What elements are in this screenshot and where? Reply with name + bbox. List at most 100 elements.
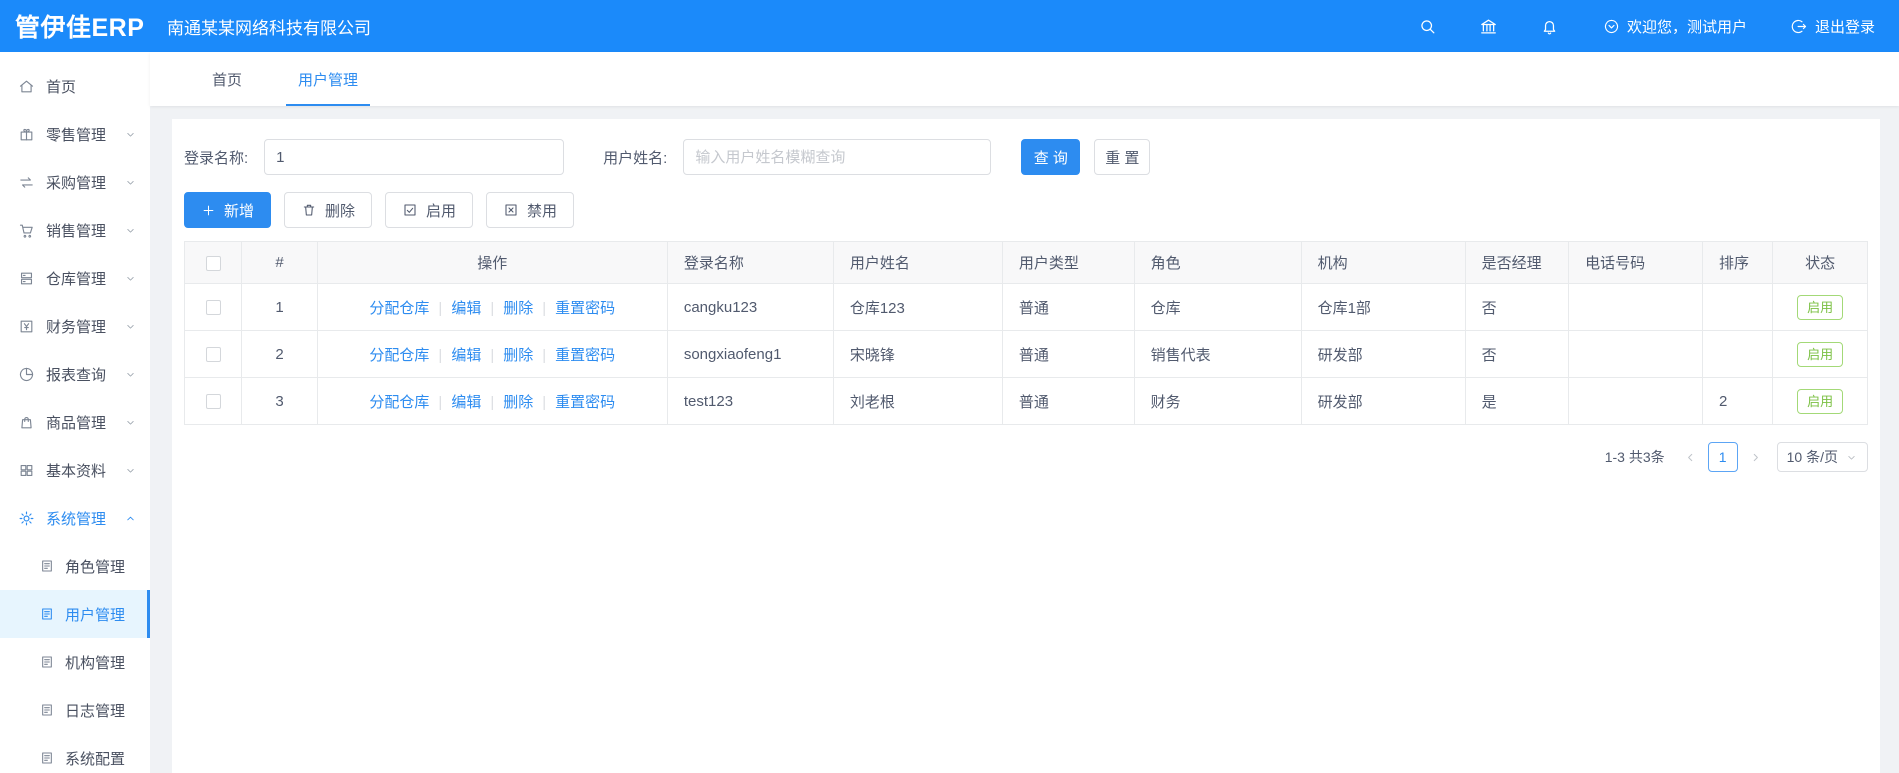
reset-button[interactable]: 重 置: [1094, 139, 1151, 175]
op-link-delete[interactable]: 删除: [503, 347, 533, 364]
page-size-value: 10 条/页: [1786, 449, 1838, 465]
op-link-edit[interactable]: 编辑: [451, 300, 481, 317]
disable-button-label: 禁用: [527, 202, 558, 220]
role-cell: 财务: [1133, 377, 1302, 425]
user-name-cell: 刘老根: [832, 377, 1003, 425]
op-link-assign-warehouse[interactable]: 分配仓库: [369, 300, 429, 317]
table-row: 2 分配仓库 | 编辑 | 删除 | 重置密码 songxiaofeng1 宋晓锋 普通 销售代表 研发…: [183, 330, 1868, 378]
login-name-cell: test123: [666, 377, 834, 425]
manager-cell: 是: [1464, 377, 1570, 425]
trash-icon: [301, 202, 317, 218]
role-cell: 销售代表: [1133, 330, 1302, 378]
row-index-cell: 3: [241, 377, 318, 425]
user-name-cell: 仓库123: [832, 283, 1003, 331]
op-link-delete[interactable]: 删除: [503, 300, 533, 317]
sidebar-item-label: 角色管理: [65, 558, 126, 576]
sidebar-item-log-management[interactable]: 日志管理: [0, 686, 150, 734]
op-link-delete[interactable]: 删除: [503, 394, 533, 411]
welcome-user[interactable]: 欢迎您，测试用户: [1603, 16, 1747, 37]
phone-cell: [1568, 330, 1703, 378]
sidebar-item-basic[interactable]: 基本资料: [0, 446, 150, 494]
sidebar-item-sales[interactable]: 销售管理: [0, 206, 150, 254]
report-icon: [18, 366, 35, 383]
op-link-edit[interactable]: 编辑: [451, 394, 481, 411]
sidebar-item-system[interactable]: 系统管理: [0, 494, 150, 542]
sidebar-submenu-system: 角色管理用户管理机构管理日志管理系统配置: [0, 542, 150, 773]
user-management-panel: 登录名称: 用户姓名: 查 询 重 置 新增 删除: [172, 119, 1880, 773]
enable-button[interactable]: 启用: [385, 192, 474, 228]
row-checkbox[interactable]: [205, 347, 221, 363]
op-link-assign-warehouse[interactable]: 分配仓库: [369, 347, 429, 364]
chevron-down-icon: [124, 224, 137, 237]
row-checkbox[interactable]: [205, 300, 221, 316]
sidebar-item-finance[interactable]: 财务管理: [0, 302, 150, 350]
add-button[interactable]: 新增: [184, 192, 272, 228]
org-cell: 研发部: [1300, 377, 1466, 425]
login-name-cell: songxiaofeng1: [666, 330, 834, 378]
column-header: 机构: [1300, 241, 1466, 284]
sort-cell: [1701, 283, 1774, 331]
column-header: 用户姓名: [832, 241, 1003, 284]
delete-button[interactable]: 删除: [284, 192, 373, 228]
add-button-label: 新增: [224, 202, 255, 220]
query-button[interactable]: 查 询: [1021, 139, 1081, 175]
sidebar-item-report[interactable]: 报表查询: [0, 350, 150, 398]
sidebar-item-warehouse[interactable]: 仓库管理: [0, 254, 150, 302]
login-name-input[interactable]: [264, 139, 565, 175]
chevron-down-icon: [124, 368, 137, 381]
table-row: 1 分配仓库 | 编辑 | 删除 | 重置密码 cangku123 仓库123 普通 仓库 仓库1部否 启…: [183, 283, 1868, 331]
op-link-assign-warehouse[interactable]: 分配仓库: [369, 394, 429, 411]
sidebar-item-role-management[interactable]: 角色管理: [0, 542, 150, 590]
phone-cell: [1568, 377, 1703, 425]
sidebar-item-label: 用户管理: [65, 606, 126, 624]
search-icon[interactable]: [1418, 17, 1437, 36]
sidebar-item-label: 首页: [46, 78, 77, 96]
user-circle-icon: [1603, 18, 1620, 35]
role-cell: 仓库: [1133, 283, 1302, 331]
op-link-reset-password[interactable]: 重置密码: [555, 394, 615, 411]
content-area: 登录名称: 用户姓名: 查 询 重 置 新增 删除: [150, 106, 1899, 773]
sidebar-item-label: 日志管理: [65, 702, 126, 720]
sidebar-item-goods[interactable]: 商品管理: [0, 398, 150, 446]
sidebar-item-purchase[interactable]: 采购管理: [0, 158, 150, 206]
row-index-cell: 2: [241, 330, 318, 378]
select-all-checkbox[interactable]: [205, 255, 221, 271]
bell-icon[interactable]: [1540, 17, 1559, 36]
welcome-text: 欢迎您，测试用户: [1626, 18, 1747, 36]
sidebar-item-label: 财务管理: [46, 318, 107, 336]
prev-page-button[interactable]: [1679, 450, 1702, 465]
pagination-total: 1-3 共3条: [1604, 449, 1665, 465]
op-link-reset-password[interactable]: 重置密码: [555, 347, 615, 364]
goods-icon: [18, 414, 35, 431]
user-name-input[interactable]: [683, 139, 992, 175]
org-cell: 仓库1部: [1300, 283, 1466, 331]
op-link-reset-password[interactable]: 重置密码: [555, 300, 615, 317]
user-type-cell: 普通: [1001, 330, 1135, 378]
tab-bar: 首页 用户管理: [150, 52, 1899, 106]
tab-user-management[interactable]: 用户管理: [286, 52, 371, 106]
table-row: 3 分配仓库 | 编辑 | 删除 | 重置密码 test123 刘老根 普通 财务 研发部是 2 启用: [183, 377, 1868, 425]
sidebar-item-org-management[interactable]: 机构管理: [0, 638, 150, 686]
row-checkbox[interactable]: [205, 394, 221, 410]
user-name-cell: 宋晓锋: [832, 330, 1003, 378]
page-number-button[interactable]: 1: [1707, 442, 1738, 472]
system-icon: [18, 510, 35, 527]
user-type-cell: 普通: [1001, 283, 1135, 331]
operation-separator: |: [438, 393, 443, 411]
logout-button[interactable]: 退出登录: [1791, 16, 1875, 37]
tab-home[interactable]: 首页: [206, 52, 248, 106]
disable-button[interactable]: 禁用: [486, 192, 575, 228]
header-actions: 欢迎您，测试用户 退出登录: [1376, 16, 1899, 37]
row-index-cell: 1: [241, 283, 318, 331]
sidebar-item-retail[interactable]: 零售管理: [0, 110, 150, 158]
operation-separator: |: [490, 346, 495, 364]
app-logo[interactable]: 管伊佳ERP: [0, 8, 150, 44]
op-link-edit[interactable]: 编辑: [451, 347, 481, 364]
logout-text: 退出登录: [1814, 18, 1875, 36]
sidebar-item-home[interactable]: 首页: [0, 62, 150, 110]
bank-icon[interactable]: [1479, 17, 1498, 36]
page-size-select[interactable]: 10 条/页: [1776, 442, 1868, 472]
sidebar-item-user-management[interactable]: 用户管理: [0, 590, 150, 638]
next-page-button[interactable]: [1744, 450, 1767, 465]
sidebar-item-system-config[interactable]: 系统配置: [0, 734, 150, 773]
